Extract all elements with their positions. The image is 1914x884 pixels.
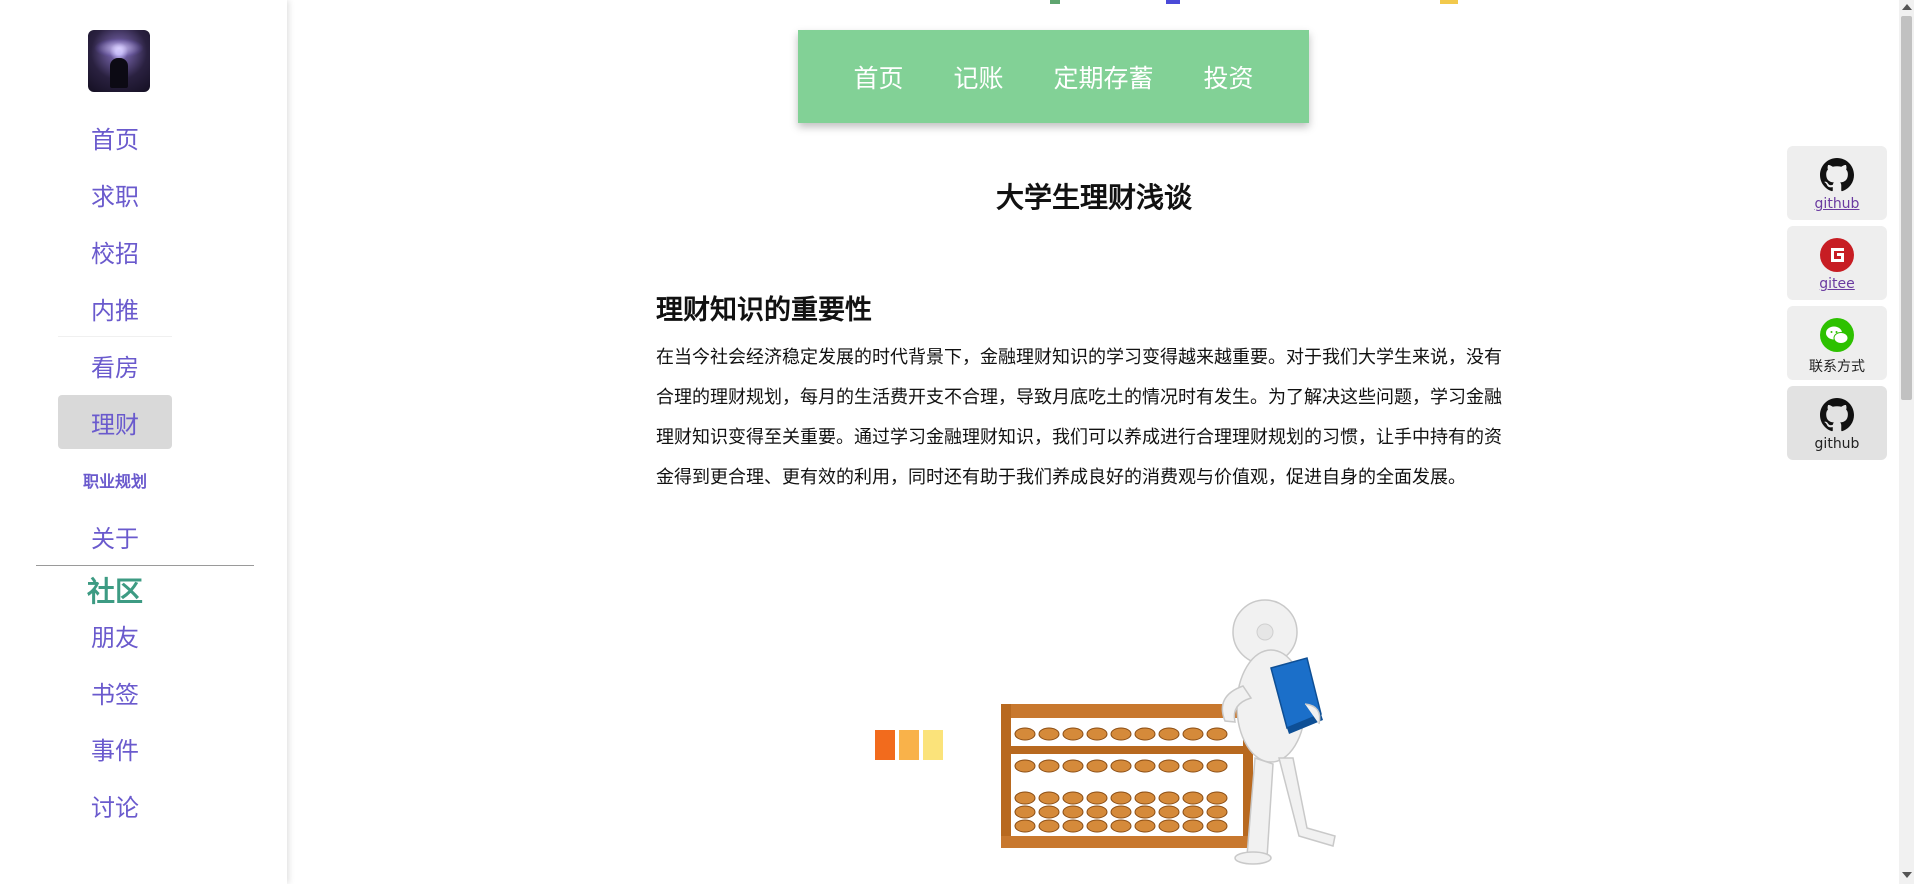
gitee-icon — [1820, 238, 1854, 272]
topnav-bookkeeping[interactable]: 记账 — [928, 59, 1028, 95]
left-sidebar: 首页 求职 校招 内推 看房 理财 职业规划 关于 社区 朋友 书签 事件 讨论 — [0, 0, 287, 884]
sidebar-item-housing[interactable]: 看房 — [58, 338, 172, 392]
sidebar-item-events[interactable]: 事件 — [58, 721, 172, 775]
wechat-icon — [1820, 318, 1854, 352]
abacus-illustration — [875, 536, 1375, 884]
sidebar-item-friends[interactable]: 朋友 — [58, 608, 172, 662]
cutoff-icon — [1050, 0, 1060, 4]
avatar-figure — [110, 58, 128, 88]
abacus-figure-image — [875, 599, 1336, 865]
github-icon — [1820, 398, 1854, 432]
github-icon — [1820, 158, 1854, 192]
sidebar-item-discussion[interactable]: 讨论 — [58, 778, 172, 832]
topnav-invest[interactable]: 投资 — [1179, 59, 1279, 95]
avatar[interactable] — [88, 30, 150, 92]
social-label: 联系方式 — [1809, 359, 1865, 375]
cutoff-icon — [1166, 0, 1180, 4]
community-title: 社区 — [86, 575, 143, 608]
social-github-button-2[interactable]: github — [1787, 386, 1887, 460]
top-nav: 首页 记账 定期存蓄 投资 — [798, 30, 1309, 123]
avatar-glow — [94, 38, 144, 58]
section-heading: 理财知识的重要性 — [656, 295, 872, 326]
scroll-down-arrow-icon[interactable] — [1902, 872, 1912, 878]
sidebar-item-jobs[interactable]: 求职 — [58, 167, 172, 221]
topnav-home[interactable]: 首页 — [828, 59, 928, 95]
sidebar-divider — [36, 565, 254, 566]
article-paragraph: 在当今社会经济稳定发展的时代背景下，金融理财知识的学习变得越来越重要。对于我们大… — [656, 347, 1502, 488]
sidebar-item-about[interactable]: 关于 — [58, 509, 172, 563]
article-title: 大学生理财浅谈 — [995, 181, 1192, 214]
social-wechat-button[interactable]: 联系方式 — [1787, 306, 1887, 380]
sidebar-item-finance[interactable]: 理财 — [58, 395, 172, 449]
sidebar-item-bookmarks[interactable]: 书签 — [58, 665, 172, 719]
sidebar-item-campus[interactable]: 校招 — [58, 224, 172, 278]
sidebar-item-home[interactable]: 首页 — [58, 110, 172, 164]
sidebar-divider-faint — [58, 336, 172, 337]
social-github-button[interactable]: github — [1787, 146, 1887, 220]
scrollbar-thumb[interactable] — [1901, 16, 1912, 400]
cutoff-icon — [1440, 0, 1458, 4]
social-label[interactable]: github — [1815, 196, 1860, 212]
sidebar-item-career[interactable]: 职业规划 — [58, 463, 172, 497]
top-cutoff-strip — [1050, 0, 1650, 6]
sidebar-item-referral[interactable]: 内推 — [58, 281, 172, 335]
topnav-savings[interactable]: 定期存蓄 — [1029, 59, 1179, 95]
social-label[interactable]: gitee — [1819, 276, 1855, 292]
social-gitee-button[interactable]: gitee — [1787, 226, 1887, 300]
scroll-up-arrow-icon[interactable] — [1902, 4, 1912, 10]
social-label: github — [1814, 436, 1860, 452]
